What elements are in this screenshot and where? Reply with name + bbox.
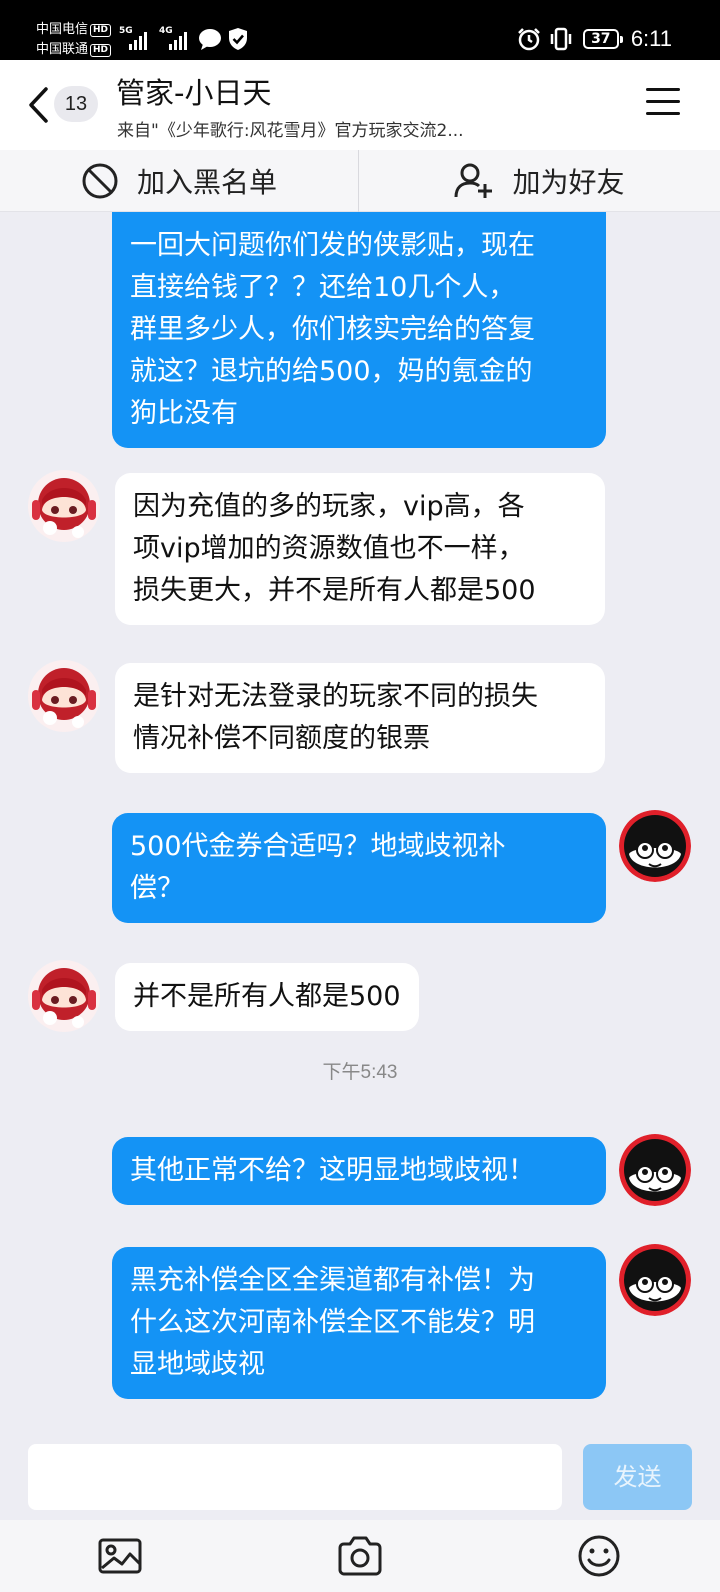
cartoon-face-avatar-icon (619, 810, 691, 882)
battery-icon: 37 (582, 29, 623, 49)
image-icon (98, 1538, 142, 1574)
message-line: 是针对无法登录的玩家不同的损失 (133, 681, 538, 712)
message-bubble-outgoing[interactable]: 500代金券合适吗？地域歧视补 偿？ (112, 813, 606, 923)
carrier-2-label: 中国联通 (36, 42, 89, 57)
status-bar: 中国电信 HD 中国联通 HD 5G 4G 37 6:11 (0, 0, 720, 60)
message-input[interactable] (28, 1444, 562, 1510)
chevron-left-icon (29, 87, 48, 123)
my-avatar[interactable] (619, 1244, 691, 1316)
my-avatar[interactable] (619, 1134, 691, 1206)
chat-bubble-icon (199, 29, 221, 50)
clipped-line (130, 212, 588, 225)
camera-icon (338, 1536, 382, 1576)
chat-title: 管家-小日天 (116, 76, 272, 110)
battery-level: 37 (591, 31, 611, 47)
block-icon (82, 163, 118, 199)
message-list[interactable]: 一回大问题你们发的侠影贴，现在 直接给钱了？？还给10几个人， 群里多少人，你们… (0, 212, 720, 1442)
hd-badge-2: HD (90, 44, 112, 57)
message-bubble-incoming[interactable]: 是针对无法登录的玩家不同的损失 情况补偿不同额度的银票 (115, 663, 605, 773)
shield-icon (229, 28, 247, 50)
message-line: 因为充值的多的玩家，vip高，各 (133, 491, 525, 522)
message-bubble-outgoing[interactable]: 黑充补偿全区全渠道都有补偿！为 什么这次河南补偿全区不能发？明 显地域歧视 (112, 1247, 606, 1399)
emoji-button[interactable] (575, 1532, 623, 1580)
input-bar: 发送 (0, 1442, 720, 1520)
add-user-icon (454, 163, 493, 198)
carrier-1: 中国电信 HD (36, 22, 112, 38)
message-line: 500代金券合适吗？地域歧视补 (130, 831, 506, 862)
anime-girl-avatar-icon (28, 660, 100, 732)
net-type-1: 5G (119, 26, 133, 36)
sender-avatar[interactable] (28, 960, 100, 1032)
send-button[interactable]: 发送 (583, 1444, 692, 1510)
back-button[interactable]: 13 (22, 80, 102, 130)
carrier-1-label: 中国电信 (36, 22, 89, 37)
message-line: 偿？ (130, 873, 184, 904)
message-line: 项vip增加的资源数值也不一样， (133, 533, 525, 564)
emoji-icon (578, 1535, 620, 1577)
hd-badge-1: HD (90, 24, 112, 37)
action-bar: 加入黑名单 加为好友 (0, 150, 720, 212)
timestamp: 下午5:43 (322, 1062, 398, 1083)
message-bubble-incoming[interactable]: 因为充值的多的玩家，vip高，各 项vip增加的资源数值也不一样， 损失更大，并… (115, 473, 605, 625)
camera-button[interactable] (336, 1532, 384, 1580)
message-line: 并不是所有人都是500 (133, 981, 401, 1012)
image-button[interactable] (96, 1532, 144, 1580)
vibrate-icon (550, 27, 572, 51)
signal-4g-icon: 4G (159, 26, 191, 50)
message-line: 狗比没有 (130, 398, 238, 429)
menu-icon[interactable] (646, 88, 680, 118)
message-line: 显地域歧视 (130, 1349, 265, 1380)
status-right: 37 6:11 (517, 26, 672, 52)
message-line: 直接给钱了？？还给10几个人， (130, 272, 516, 303)
message-line: 什么这次河南补偿全区不能发？明 (130, 1307, 535, 1338)
message-bubble-outgoing[interactable]: 其他正常不给？这明显地域歧视！ (112, 1137, 606, 1205)
bottom-toolbar (0, 1520, 720, 1592)
anime-girl-avatar-icon (28, 960, 100, 1032)
message-line: 群里多少人，你们核实完给的答复 (130, 314, 535, 345)
message-line: 其他正常不给？这明显地域歧视！ (130, 1155, 535, 1186)
message-line: 情况补偿不同额度的银票 (133, 723, 430, 754)
chat-subtitle[interactable]: 来自"《少年歌行:风花雪月》官方玩家交流2... (117, 116, 477, 141)
carrier-2: 中国联通 HD (36, 42, 112, 58)
signal-5g-icon: 5G (119, 26, 151, 50)
message-line: 黑充补偿全区全渠道都有补偿！为 (130, 1265, 535, 1296)
add-friend-button[interactable]: 加为好友 (360, 150, 719, 212)
anime-girl-avatar-icon (28, 470, 100, 542)
alarm-icon (517, 28, 540, 51)
sender-avatar[interactable] (28, 660, 100, 732)
message-bubble-outgoing[interactable]: 一回大问题你们发的侠影贴，现在 直接给钱了？？还给10几个人， 群里多少人，你们… (112, 212, 606, 448)
cartoon-face-avatar-icon (619, 1134, 691, 1206)
my-avatar[interactable] (619, 810, 691, 882)
sender-avatar[interactable] (28, 470, 100, 542)
add-friend-label: 加为好友 (512, 166, 625, 199)
message-line: 损失更大，并不是所有人都是500 (133, 575, 536, 606)
cartoon-face-avatar-icon (619, 1244, 691, 1316)
blacklist-button[interactable]: 加入黑名单 (0, 150, 359, 212)
message-line: 就这？退坑的给500，妈的氪金的 (130, 356, 533, 387)
message-line: 一回大问题你们发的侠影贴，现在 (130, 230, 535, 261)
unread-count-badge: 13 (54, 86, 98, 122)
chat-header: 13 管家-小日天 来自"《少年歌行:风花雪月》官方玩家交流2... (0, 60, 720, 150)
clock: 6:11 (630, 26, 672, 51)
message-bubble-incoming[interactable]: 并不是所有人都是500 (115, 963, 419, 1031)
blacklist-label: 加入黑名单 (136, 166, 277, 199)
net-type-2: 4G (159, 26, 173, 36)
